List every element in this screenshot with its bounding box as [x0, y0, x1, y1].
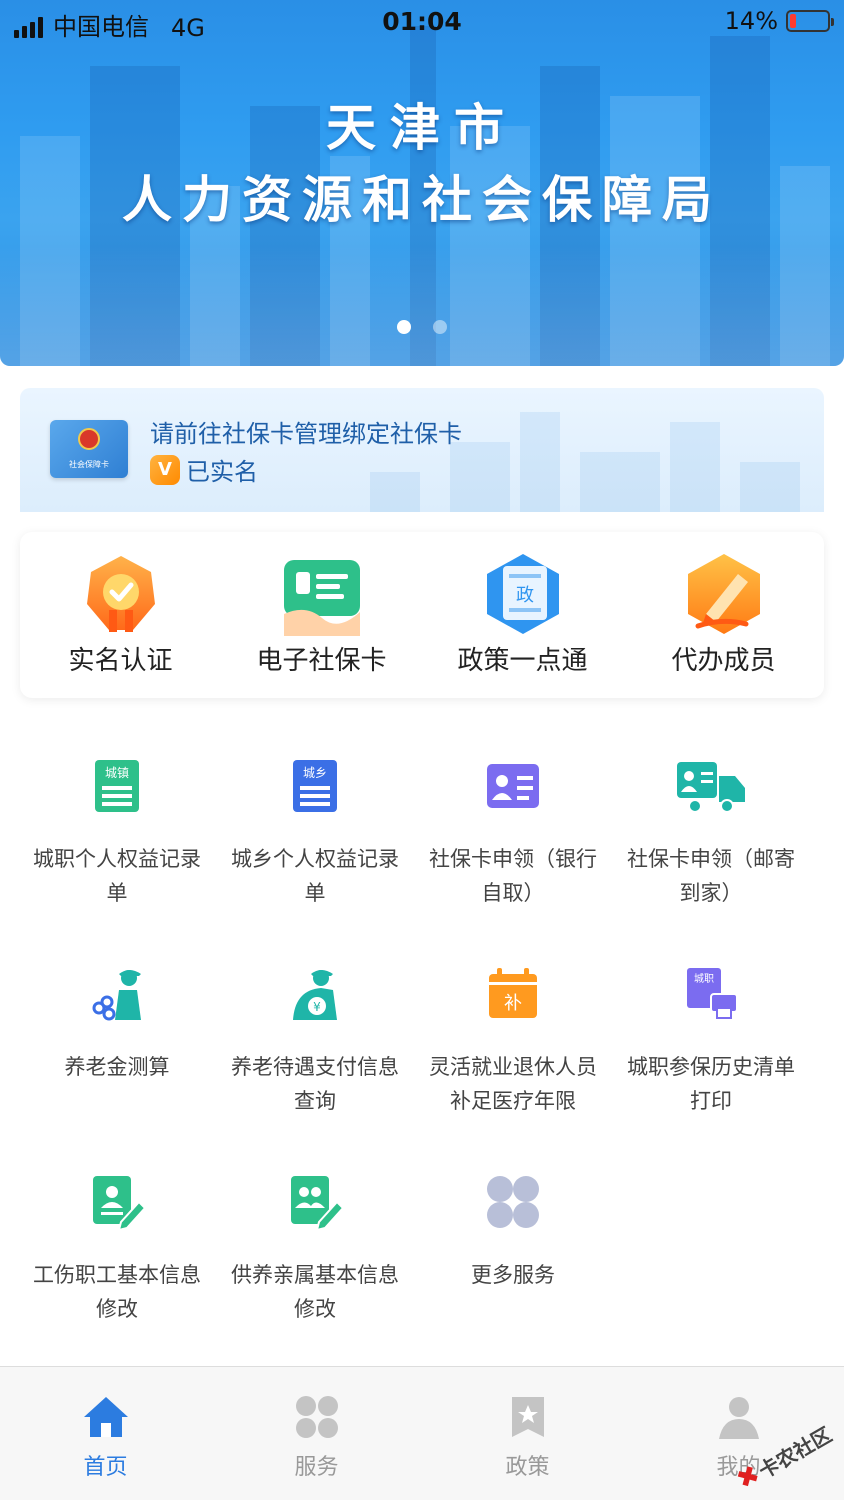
pension-payment-icon: ¥ [293, 970, 337, 1020]
print-history-icon-text: 城职 [694, 973, 714, 985]
service-label: 养老金测算 [64, 1055, 170, 1079]
quick-action-real-name[interactable]: 实名认证 [20, 532, 221, 698]
tab-label: 政策 [505, 1455, 550, 1480]
service-card-mail-home[interactable]: 社保卡申领（邮寄到家） [612, 756, 810, 910]
services-icon [295, 1396, 338, 1438]
service-label: 灵活就业退休人员补足医疗年限 [429, 1055, 597, 1113]
tab-services[interactable]: 服务 [211, 1367, 422, 1500]
delivery-truck-icon [677, 762, 745, 813]
pension-calc-icon [92, 970, 141, 1021]
status-bar: 中国电信 4G 01:04 14% [0, 0, 844, 44]
banner-dot-active[interactable] [397, 320, 411, 334]
quick-action-label: 政策一点通 [457, 646, 588, 676]
social-security-card-icon: 社会保障卡 [50, 420, 128, 478]
bind-card-banner[interactable]: 社会保障卡 请前往社保卡管理绑定社保卡 V 已实名 [20, 388, 824, 512]
battery-icon [786, 10, 834, 32]
quick-action-label: 电子社保卡 [256, 646, 387, 676]
service-urban-record[interactable]: 城镇 城职个人权益记录单 [18, 756, 216, 910]
quick-action-label: 实名认证 [68, 646, 173, 676]
calendar-supplement-icon-text: 补 [504, 993, 522, 1014]
tab-home[interactable]: 首页 [0, 1367, 211, 1500]
clock: 01:04 [382, 7, 462, 36]
urban-record-icon-text: 城镇 [105, 766, 129, 780]
quick-action-label: 代办成员 [671, 646, 776, 676]
service-pension-payment[interactable]: ¥ 养老待遇支付信息查询 [216, 964, 414, 1118]
bind-card-prompt[interactable]: 请前往社保卡管理绑定社保卡 [150, 414, 462, 449]
edit-profile-icon [93, 1176, 147, 1232]
service-label: 城职个人权益记录单 [33, 847, 201, 905]
service-history-print[interactable]: 城职 城职参保历史清单打印 [612, 964, 810, 1118]
print-history-icon: 城职 [687, 968, 738, 1019]
policy-doc-icon: 政 [486, 554, 559, 634]
rural-record-icon-text: 城乡 [303, 766, 327, 780]
quick-actions: 实名认证 电子社保卡 政 政策一点通 代办成员 [20, 532, 824, 698]
quick-action-e-card[interactable]: 电子社保卡 [221, 532, 422, 698]
banner-pagination [0, 320, 844, 334]
tab-label: 服务 [294, 1455, 339, 1480]
banner-title-city: 天津市 [326, 99, 518, 157]
service-rural-record[interactable]: 城乡 城乡个人权益记录单 [216, 756, 414, 910]
rural-record-icon: 城乡 [293, 760, 337, 812]
service-card-bank-pickup[interactable]: 社保卡申领（银行自取） [414, 756, 612, 910]
verified-badge-icon [86, 556, 155, 632]
profile-icon [718, 1397, 759, 1439]
more-services-icon [487, 1176, 539, 1228]
card-icon-text: 社会保障卡 [69, 460, 109, 469]
verified-v-icon: V [150, 454, 180, 485]
e-card-icon [283, 560, 360, 636]
calendar-supplement-icon: 补 [489, 968, 537, 1018]
svg-text:政: 政 [516, 585, 534, 606]
bottom-tab-bar: 首页 服务 政策 我的 ✖ 卡农社区 [0, 1366, 844, 1500]
edit-family-icon [291, 1176, 345, 1232]
tab-label: 首页 [83, 1455, 128, 1480]
service-label: 社保卡申领（银行自取） [429, 847, 597, 905]
service-label: 社保卡申领（邮寄到家） [627, 847, 795, 905]
service-more[interactable]: 更多服务 [414, 1172, 612, 1292]
banner-dot[interactable] [433, 320, 447, 334]
verified-status: 已实名 [186, 458, 258, 486]
service-label: 养老待遇支付信息查询 [231, 1055, 399, 1113]
service-injury-info-edit[interactable]: 工伤职工基本信息修改 [18, 1172, 216, 1326]
service-label: 工伤职工基本信息修改 [33, 1263, 201, 1321]
pen-icon [687, 554, 760, 634]
quick-action-agent[interactable]: 代办成员 [623, 532, 824, 698]
urban-record-icon: 城镇 [95, 760, 139, 812]
banner-title-bureau: 人力资源和社会保障局 [122, 171, 722, 229]
id-card-icon [487, 764, 539, 808]
service-flexible-employment[interactable]: 补 灵活就业退休人员补足医疗年限 [414, 964, 612, 1118]
bookmark-icon [511, 1397, 544, 1437]
service-family-info-edit[interactable]: 供养亲属基本信息修改 [216, 1172, 414, 1326]
quick-action-policy[interactable]: 政 政策一点通 [422, 532, 623, 698]
home-icon [83, 1397, 128, 1437]
battery-percent: 14% [724, 7, 778, 35]
hero-banner[interactable]: 天津市 人力资源和社会保障局 [0, 0, 844, 366]
service-pension-calc[interactable]: 养老金测算 [18, 964, 216, 1084]
service-label: 供养亲属基本信息修改 [231, 1263, 399, 1321]
service-label: 城乡个人权益记录单 [231, 847, 399, 905]
service-label: 城职参保历史清单打印 [627, 1055, 795, 1113]
tab-policy[interactable]: 政策 [422, 1367, 633, 1500]
service-label: 更多服务 [471, 1263, 555, 1287]
pension-payment-icon-text: ¥ [313, 1000, 321, 1014]
